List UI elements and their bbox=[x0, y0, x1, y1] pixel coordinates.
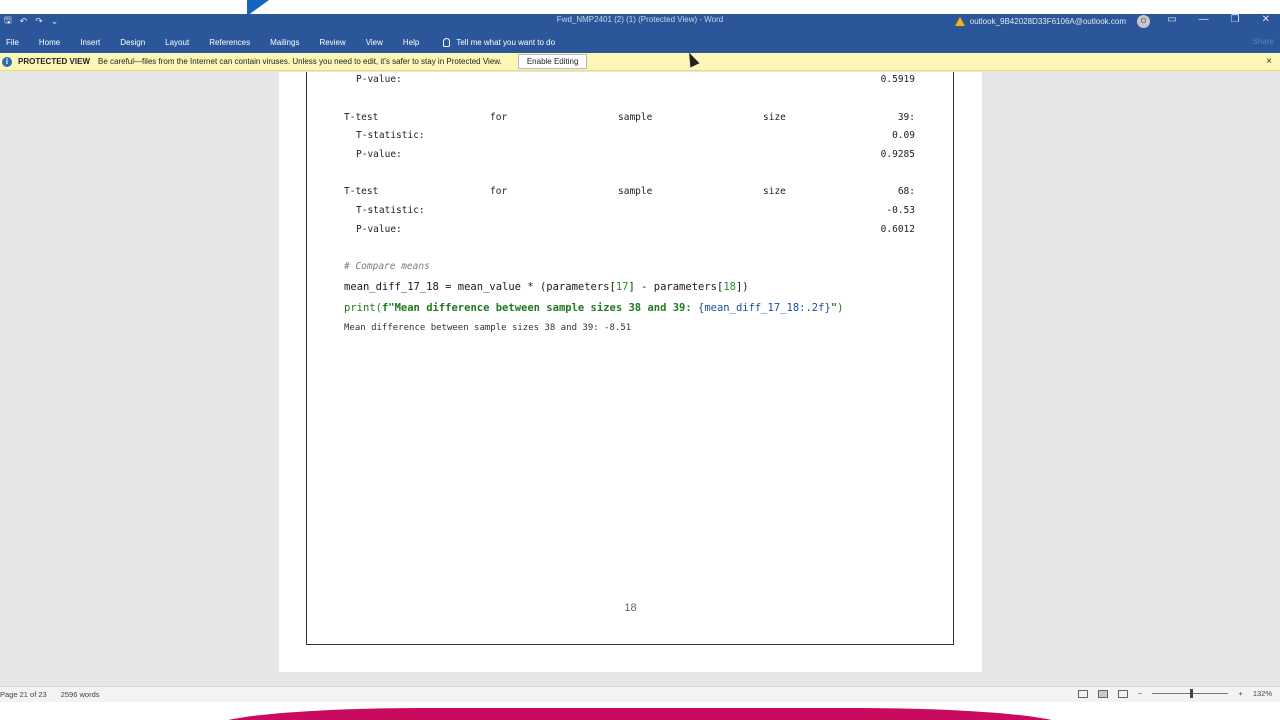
p-value-label: P-value: bbox=[356, 149, 402, 160]
enable-editing-button[interactable]: Enable Editing bbox=[517, 54, 588, 69]
ribbon-display-icon[interactable]: ▭ bbox=[1167, 14, 1176, 25]
code-token: mean_diff_17_18 = mean_value * (paramete… bbox=[344, 281, 616, 293]
zoom-out-button[interactable]: − bbox=[1138, 689, 1142, 698]
protected-view-message: Be careful—files from the Internet can c… bbox=[98, 57, 502, 66]
tab-help[interactable]: Help bbox=[403, 38, 419, 47]
ttest-header-row: T-test for sample size 68: bbox=[344, 186, 915, 200]
restore-icon[interactable]: ❐ bbox=[1231, 14, 1240, 25]
ttest-word: size bbox=[763, 186, 786, 197]
code-number: 18 bbox=[723, 281, 736, 293]
avatar[interactable]: O bbox=[1137, 15, 1150, 28]
ttest-size: 68: bbox=[897, 186, 915, 197]
code-token: ) bbox=[837, 302, 844, 314]
tab-home[interactable]: Home bbox=[39, 38, 60, 47]
tell-me-label: Tell me what you want to do bbox=[456, 38, 556, 47]
ttest-word: T-test bbox=[344, 112, 379, 123]
ttest-word: T-test bbox=[344, 186, 379, 197]
zoom-slider[interactable] bbox=[1152, 689, 1229, 698]
ttest-word: sample bbox=[618, 112, 653, 123]
ttest-word: size bbox=[763, 112, 786, 123]
zoom-in-button[interactable]: + bbox=[1238, 689, 1242, 698]
account-email: outlook_9B42028D33F6106A@outlook.com bbox=[969, 17, 1126, 26]
tab-references[interactable]: References bbox=[209, 38, 250, 47]
tab-review[interactable]: Review bbox=[319, 38, 345, 47]
t-statistic-label: T-statistic: bbox=[356, 130, 425, 141]
share-button[interactable]: Share bbox=[1253, 37, 1274, 46]
code-line: print(f"Mean difference between sample s… bbox=[344, 302, 843, 314]
tab-view[interactable]: View bbox=[366, 38, 383, 47]
overlay-banner-shape bbox=[210, 708, 1070, 720]
warning-icon bbox=[954, 17, 965, 26]
account-area[interactable]: outlook_9B42028D33F6106A@outlook.com O bbox=[954, 15, 1150, 28]
code-expression: {mean_diff_17_18:.2f} bbox=[698, 302, 831, 314]
code-token: ]) bbox=[735, 281, 749, 293]
info-icon: i bbox=[2, 56, 12, 67]
protected-view-title: PROTECTED VIEW bbox=[18, 57, 91, 66]
ttest-size: 39: bbox=[897, 112, 915, 123]
minimize-icon[interactable]: — bbox=[1199, 14, 1209, 25]
t-statistic-value: -0.53 bbox=[886, 205, 915, 216]
document-page[interactable]: P-value: 0.5919 T-test for sample size 3… bbox=[279, 72, 982, 672]
code-keyword: print( bbox=[344, 302, 382, 314]
ttest-word: for bbox=[490, 112, 508, 123]
page-number: 18 bbox=[624, 602, 637, 614]
tab-insert[interactable]: Insert bbox=[80, 38, 100, 47]
p-value-label: P-value: bbox=[356, 74, 402, 85]
read-mode-icon[interactable] bbox=[1078, 689, 1089, 698]
code-number: 17 bbox=[615, 281, 629, 293]
status-bar: Page 21 of 23 2596 words − + 132% bbox=[0, 686, 1280, 702]
code-token: ] - parameters[ bbox=[628, 281, 724, 293]
zoom-slider-thumb[interactable] bbox=[1190, 689, 1194, 698]
close-icon[interactable]: ✕ bbox=[1262, 14, 1270, 25]
t-statistic-value: 0.09 bbox=[892, 130, 915, 141]
p-value: 0.5919 bbox=[880, 74, 915, 85]
p-value: 0.6012 bbox=[880, 224, 915, 235]
tab-file[interactable]: File bbox=[6, 38, 19, 47]
code-comment: # Compare means bbox=[344, 261, 430, 272]
code-string: f"Mean difference between sample sizes 3… bbox=[381, 302, 699, 314]
page-border bbox=[306, 72, 954, 645]
tab-design[interactable]: Design bbox=[120, 38, 145, 47]
p-value-label: P-value: bbox=[356, 224, 402, 235]
p-value: 0.9285 bbox=[880, 149, 915, 160]
ribbon: File Home Insert Design Layout Reference… bbox=[0, 32, 1280, 53]
word-count[interactable]: 2596 words bbox=[61, 690, 100, 699]
window-controls: ▭ — ❐ ✕ bbox=[1167, 14, 1270, 25]
close-icon[interactable]: × bbox=[1266, 56, 1272, 67]
ttest-word: for bbox=[490, 186, 508, 197]
protected-view-bar: i PROTECTED VIEW Be careful—files from t… bbox=[0, 53, 1280, 71]
zoom-level[interactable]: 132% bbox=[1253, 689, 1272, 698]
ttest-word: sample bbox=[618, 186, 653, 197]
code-line: mean_diff_17_18 = mean_value * (paramete… bbox=[344, 281, 749, 293]
tell-me-search[interactable]: Tell me what you want to do bbox=[443, 38, 555, 47]
ttest-header-row: T-test for sample size 39: bbox=[344, 112, 915, 126]
tab-mailings[interactable]: Mailings bbox=[270, 38, 299, 47]
print-layout-icon[interactable] bbox=[1098, 689, 1109, 698]
page-count[interactable]: Page 21 of 23 bbox=[0, 690, 47, 699]
tab-layout[interactable]: Layout bbox=[165, 38, 189, 47]
web-layout-icon[interactable] bbox=[1118, 689, 1129, 698]
lightbulb-icon bbox=[443, 38, 451, 47]
code-output: Mean difference between sample sizes 38 … bbox=[344, 323, 632, 333]
t-statistic-label: T-statistic: bbox=[356, 205, 425, 216]
